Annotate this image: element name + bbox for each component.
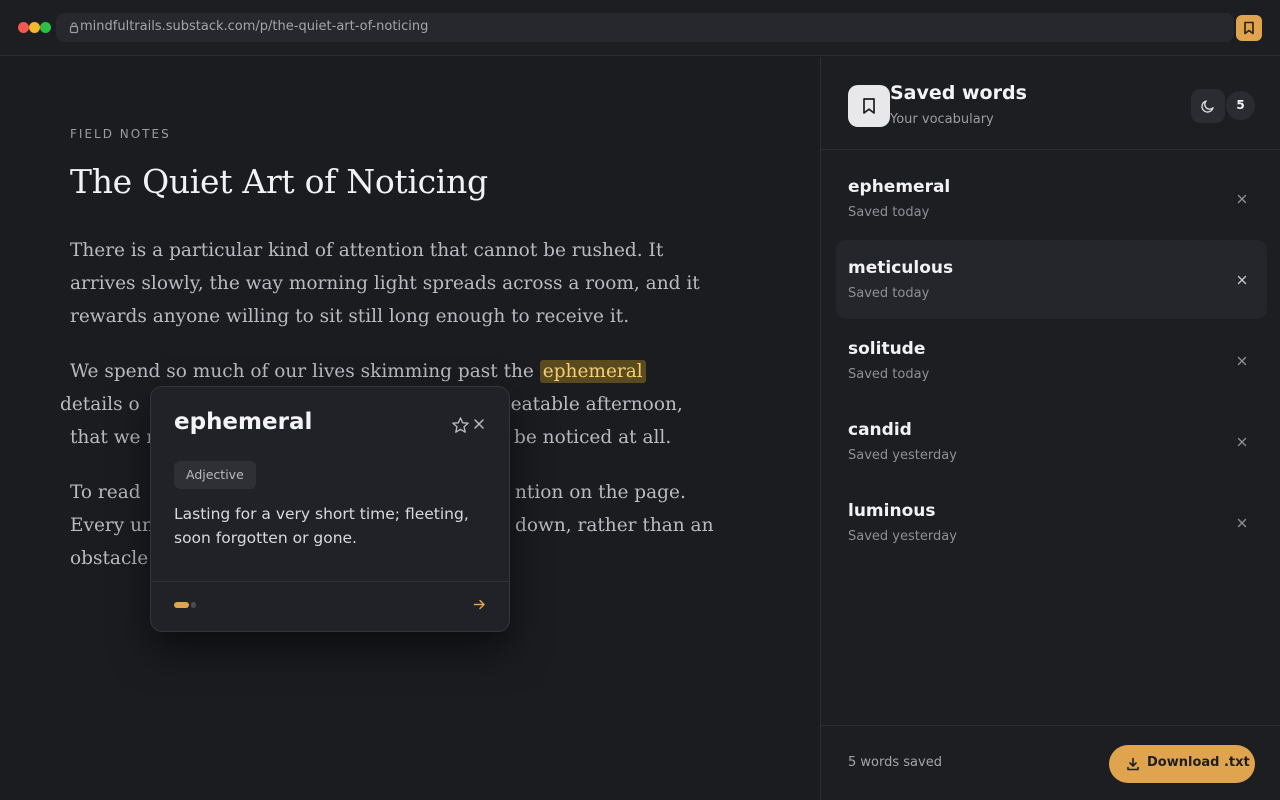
paragraph-2-line2-start: details o — [60, 394, 140, 415]
download-button[interactable]: Download .txt — [1109, 745, 1255, 783]
popover-footer — [151, 581, 509, 631]
list-item[interactable]: meticulous Saved today — [836, 240, 1267, 319]
list-item[interactable]: luminous Saved yesterday — [836, 483, 1267, 562]
definition-text: Lasting for a very short time; fleeting,… — [174, 505, 469, 547]
paragraph-2-line3-end: be noticed at all. — [514, 427, 672, 448]
list-item[interactable]: solitude Saved today — [836, 321, 1267, 400]
saved-date: Saved today — [848, 205, 930, 220]
close-icon[interactable] — [1237, 356, 1247, 366]
article-paragraph-1: There is a particular kind of attention … — [70, 240, 700, 327]
minimize-window-button[interactable] — [29, 22, 40, 33]
paragraph-2-text: We spend so much of our lives skimming p… — [70, 361, 540, 382]
close-icon[interactable] — [472, 417, 486, 431]
paragraph-3-line2-start: Every un — [70, 515, 154, 536]
sidebar-header: Saved words Your vocabulary 5 — [821, 57, 1280, 150]
saved-date: Saved today — [848, 286, 930, 301]
popover-word: ephemeral — [174, 409, 313, 435]
close-icon[interactable] — [1237, 518, 1247, 528]
definition-popover: ephemeral Adjective Lasting for a very s… — [150, 386, 510, 632]
saved-word: luminous — [848, 501, 936, 521]
browser-toolbar: mindfultrails.substack.com/p/the-quiet-a… — [0, 0, 1280, 56]
bookmark-icon — [863, 98, 875, 114]
close-icon[interactable] — [1237, 194, 1247, 204]
bookmark-extension-button[interactable] — [1236, 15, 1262, 41]
part-of-speech-badge: Adjective — [174, 461, 256, 489]
download-icon — [1127, 757, 1139, 771]
arrow-right-icon[interactable] — [472, 597, 487, 612]
words-saved-count: 5 words saved — [848, 755, 942, 770]
saved-date: Saved yesterday — [848, 448, 957, 463]
sidebar-footer: 5 words saved Download .txt — [821, 725, 1280, 800]
article-title: The Quiet Art of Noticing — [70, 162, 488, 201]
close-icon[interactable] — [1237, 275, 1247, 285]
saved-words-sidebar: Saved words Your vocabulary 5 ephemeral … — [820, 57, 1280, 800]
lock-icon — [69, 22, 79, 34]
star-icon[interactable] — [451, 416, 470, 435]
pager-dot[interactable] — [191, 602, 196, 608]
close-window-button[interactable] — [18, 22, 29, 33]
paragraph-3-line2-end: down, rather than an — [515, 515, 714, 536]
paragraph-3-line3-start: obstacle — [70, 548, 149, 569]
saved-word: solitude — [848, 339, 926, 359]
download-label: Download .txt — [1147, 755, 1250, 770]
saved-word: candid — [848, 420, 912, 440]
highlighted-word[interactable]: ephemeral — [539, 360, 646, 383]
address-bar[interactable]: mindfultrails.substack.com/p/the-quiet-a… — [56, 13, 1234, 42]
close-icon[interactable] — [1237, 437, 1247, 447]
list-item[interactable]: ephemeral Saved today — [836, 159, 1267, 238]
article-kicker: FIELD NOTES — [70, 127, 171, 141]
sidebar-logo — [848, 85, 890, 127]
sidebar-subtitle: Your vocabulary — [890, 112, 994, 127]
paragraph-2-line3-start: that we r — [70, 427, 156, 448]
saved-word: meticulous — [848, 258, 954, 278]
paragraph-3-line1-start: To read — [70, 482, 141, 503]
saved-count-badge: 5 — [1226, 91, 1255, 120]
sidebar-title: Saved words — [890, 82, 1027, 104]
bookmark-icon — [1244, 21, 1254, 35]
saved-date: Saved yesterday — [848, 529, 957, 544]
url-text: mindfultrails.substack.com/p/the-quiet-a… — [80, 19, 429, 34]
saved-date: Saved today — [848, 367, 930, 382]
theme-toggle-button[interactable] — [1191, 89, 1225, 123]
maximize-window-button[interactable] — [40, 22, 51, 33]
saved-word: ephemeral — [848, 177, 951, 197]
moon-icon — [1201, 100, 1214, 113]
pager-dot-active[interactable] — [174, 602, 189, 608]
list-item[interactable]: candid Saved yesterday — [836, 402, 1267, 481]
paragraph-3-line1-end: ntion on the page. — [515, 482, 686, 503]
